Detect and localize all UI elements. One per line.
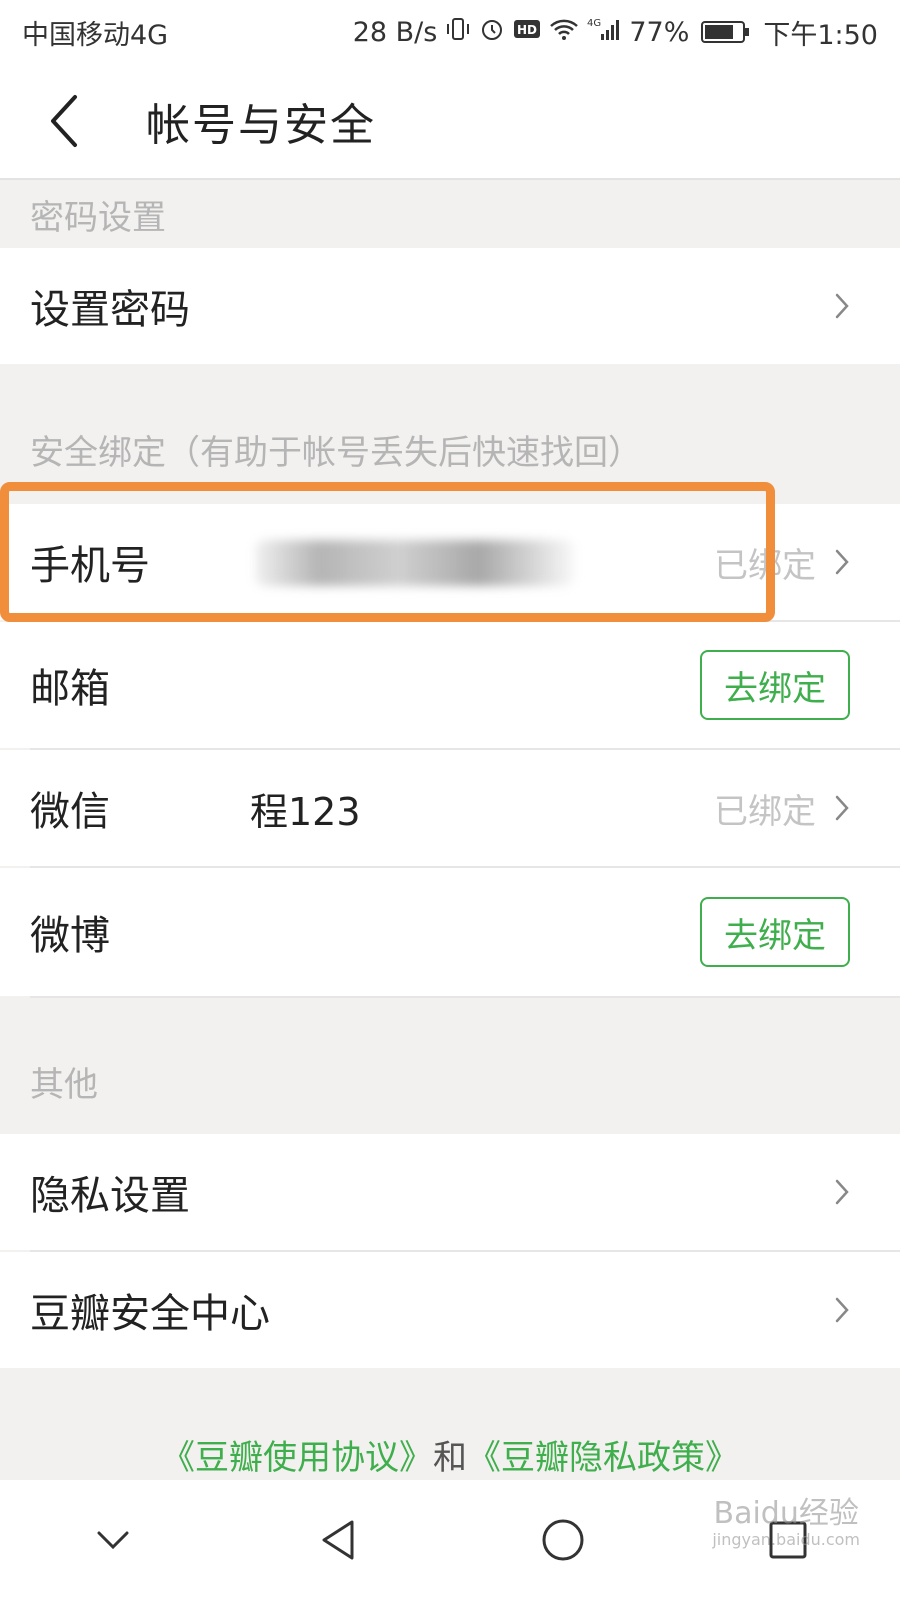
signal-icon: 4G	[587, 16, 621, 48]
carrier-label: 中国移动4G	[22, 19, 169, 51]
row-set-password[interactable]: 设置密码	[0, 248, 900, 364]
highlight-annotation	[0, 482, 775, 622]
battery-percent: 77%	[629, 16, 690, 48]
battery-icon	[701, 21, 750, 43]
vibrate-icon	[445, 16, 471, 48]
chevron-right-icon	[834, 548, 850, 576]
navigation-bar: 帐号与安全	[0, 64, 900, 180]
page-title: 帐号与安全	[146, 100, 376, 151]
row-right	[834, 1178, 850, 1206]
clock: 下午1:50	[763, 19, 878, 51]
row-privacy-settings[interactable]: 隐私设置	[0, 1134, 900, 1250]
row-label: 设置密码	[30, 287, 190, 333]
row-right: 已绑定	[714, 784, 850, 833]
status-icons: 28 B/s HD 4G 77% 下午1:50	[353, 13, 878, 52]
row-right	[834, 1296, 850, 1324]
row-label: 豆瓣安全中心	[30, 1291, 270, 1337]
row-weibo: 微博 去绑定	[0, 868, 900, 996]
row-right	[834, 292, 850, 320]
status-bar: 中国移动4G 28 B/s HD 4G 77% 下午1:50	[0, 0, 900, 64]
row-label: 微信	[30, 789, 110, 835]
row-right: 去绑定	[700, 650, 850, 720]
footer-links: 《豆瓣使用协议》和《豆瓣隐私政策》	[0, 1430, 900, 1486]
circle-home-icon	[542, 1519, 583, 1561]
chevron-down-icon	[97, 1531, 128, 1550]
home-button[interactable]	[523, 1500, 603, 1580]
privacy-policy-link[interactable]: 《豆瓣隐私政策》	[467, 1438, 739, 1478]
terms-link[interactable]: 《豆瓣使用协议》	[161, 1438, 433, 1478]
row-label: 邮箱	[30, 666, 110, 712]
row-wechat[interactable]: 微信 程123 已绑定	[0, 750, 900, 866]
chevron-left-icon	[51, 95, 77, 147]
row-label: 微博	[30, 913, 110, 959]
system-back-button[interactable]	[298, 1500, 378, 1580]
battery-level	[705, 25, 734, 39]
bind-email-button[interactable]: 去绑定	[700, 650, 850, 720]
triangle-back-icon	[322, 1520, 353, 1560]
watermark-brand: Baidu经验	[713, 1496, 859, 1531]
row-label: 隐私设置	[30, 1173, 190, 1219]
row-email: 邮箱 去绑定	[0, 622, 900, 748]
hd-icon: HD	[513, 17, 541, 47]
chevron-right-icon	[834, 1178, 850, 1206]
section-header-other: 其他	[0, 998, 900, 1134]
chevron-right-icon	[834, 292, 850, 320]
footer-and: 和	[433, 1438, 467, 1478]
chevron-right-icon	[834, 1296, 850, 1324]
wechat-account-name: 程123	[250, 789, 361, 834]
back-button[interactable]	[0, 63, 130, 179]
section-header-password: 密码设置	[0, 180, 900, 248]
chevron-right-icon	[834, 794, 850, 822]
hide-keyboard-button[interactable]	[73, 1500, 153, 1580]
bind-status: 已绑定	[714, 791, 816, 832]
row-security-center[interactable]: 豆瓣安全中心	[0, 1252, 900, 1368]
row-right: 去绑定	[700, 897, 850, 967]
alarm-icon	[479, 16, 505, 48]
wifi-icon	[549, 16, 579, 48]
svg-text:4G: 4G	[587, 18, 601, 29]
watermark: Baidu经验 jingyan.baidu.com	[712, 1488, 860, 1549]
svg-text:HD: HD	[517, 23, 537, 37]
network-speed: 28 B/s	[352, 16, 438, 48]
bind-weibo-button[interactable]: 去绑定	[700, 897, 850, 967]
watermark-url: jingyan.baidu.com	[712, 1530, 860, 1549]
